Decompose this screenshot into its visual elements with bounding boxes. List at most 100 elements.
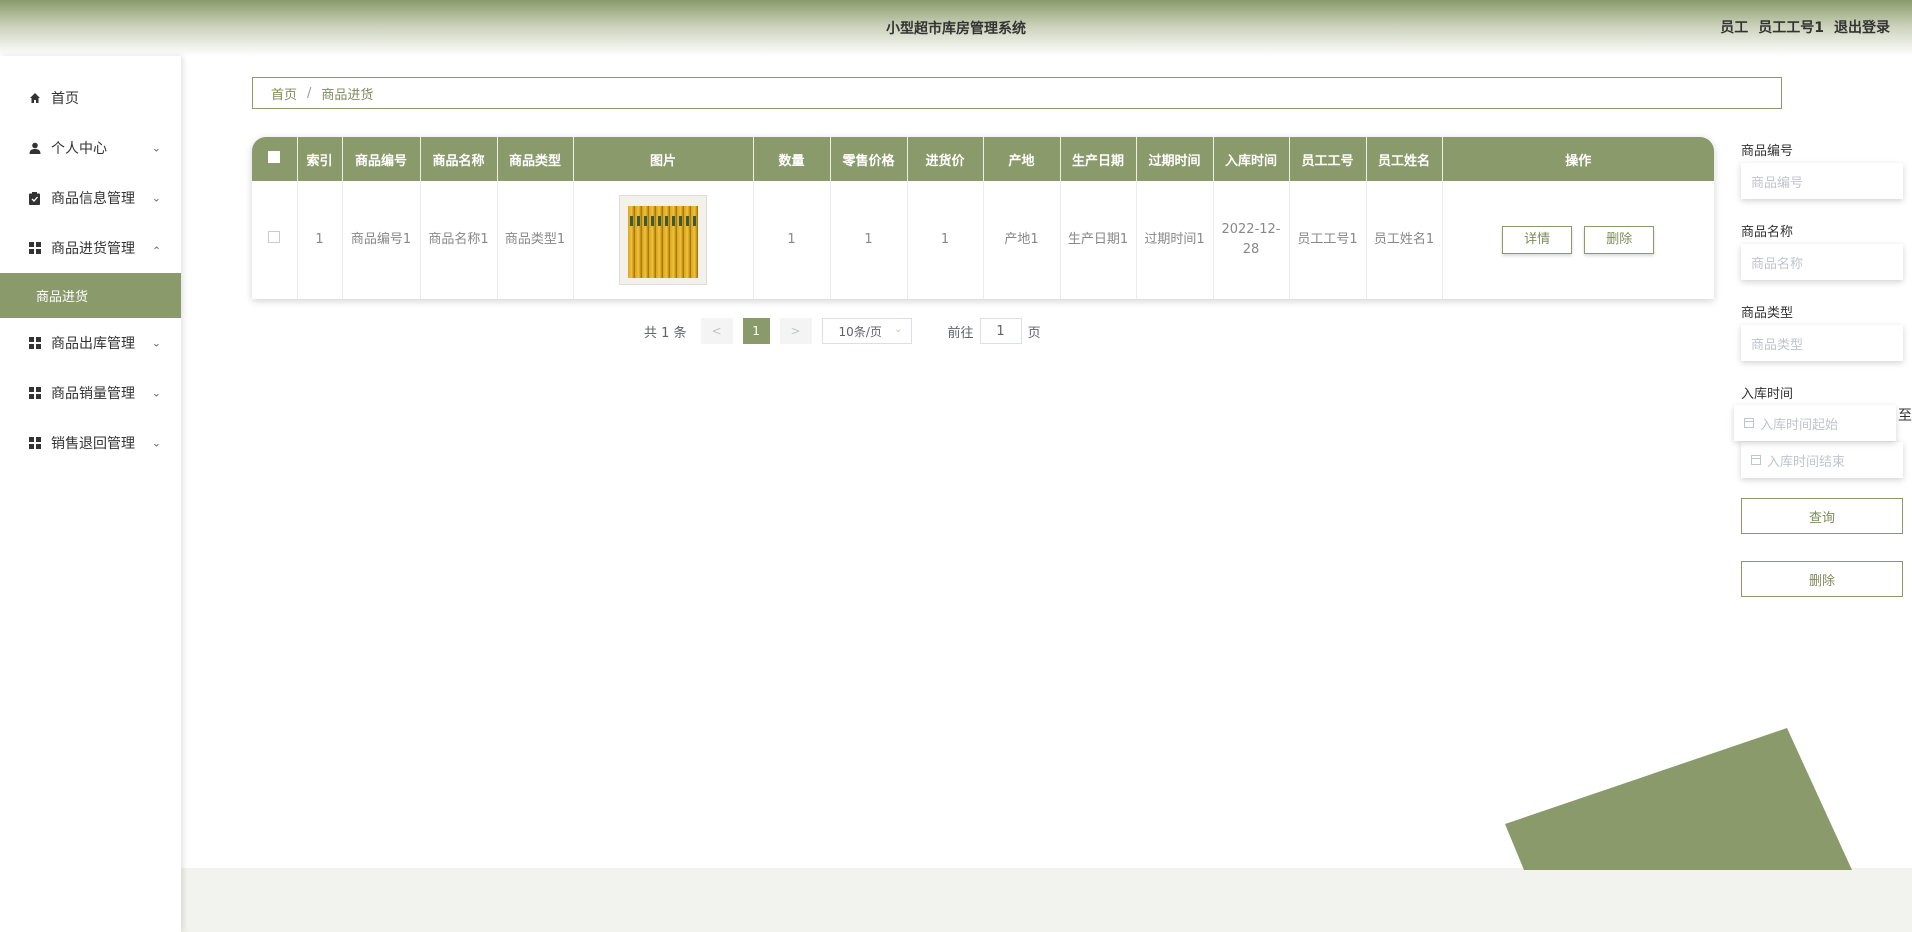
breadcrumb-current: 商品进货 <box>321 87 374 103</box>
column-header: 过期时间 <box>1136 137 1214 181</box>
chevron-down-icon: ⌄ <box>894 324 903 335</box>
prev-page-button[interactable]: < <box>700 318 733 344</box>
sidebar-item-label: 销售退回管理 <box>51 436 135 452</box>
sidebar-item-label: 个人中心 <box>51 141 107 157</box>
home-icon <box>28 92 41 105</box>
code-label: 商品编号 <box>1741 144 1794 159</box>
sidebar-item-returns[interactable]: 销售退回管理 ⌄ <box>0 418 181 468</box>
row-checkbox-cell <box>252 181 298 299</box>
type-label: 商品类型 <box>1741 306 1794 321</box>
sidebar-item-label: 商品信息管理 <box>51 191 135 207</box>
goto-page-input[interactable]: 1 <box>979 318 1022 344</box>
chevron-down-icon: ⌄ <box>151 336 161 350</box>
column-header: 数量 <box>753 137 831 181</box>
chevron-down-icon: ⌄ <box>151 141 161 155</box>
page-size-select[interactable]: 10条/页 ⌄ <box>821 318 912 344</box>
delete-row-button[interactable]: 删除 <box>1584 226 1655 254</box>
cell-index: 1 <box>297 181 343 299</box>
header-checkbox-cell <box>252 137 298 181</box>
column-header: 入库时间 <box>1213 137 1290 181</box>
grid-icon <box>28 437 41 450</box>
pagination: 共 1 条 < 1 > 10条/页 ⌄ 前往 1 页 <box>644 318 1041 344</box>
row-checkbox[interactable] <box>268 231 281 243</box>
cell-cost: 1 <box>907 181 984 299</box>
cell-type: 商品类型1 <box>497 181 574 299</box>
grid-icon <box>28 242 41 255</box>
pagination-total: 共 1 条 <box>644 325 687 341</box>
user-name: 员工工号1 <box>1758 20 1824 36</box>
name-input[interactable]: 商品名称 <box>1741 244 1903 280</box>
column-header: 零售价格 <box>830 137 908 181</box>
sidebar-subitem-purchase[interactable]: 商品进货 <box>0 273 181 318</box>
column-header: 生产日期 <box>1060 137 1137 181</box>
select-all-checkbox[interactable] <box>268 151 281 163</box>
time-start-placeholder: 入库时间起始 <box>1760 417 1839 433</box>
chevron-down-icon: ⌄ <box>151 386 161 400</box>
app-title: 小型超市库房管理系统 <box>886 21 1026 37</box>
grid-icon <box>28 387 41 400</box>
breadcrumb-home[interactable]: 首页 <box>271 84 297 103</box>
user-role: 员工 <box>1720 20 1749 36</box>
decorative-shape <box>1505 728 1852 870</box>
logout-link[interactable]: 退出登录 <box>1834 17 1890 37</box>
column-header: 商品类型 <box>497 137 574 181</box>
column-header: 商品名称 <box>420 137 498 181</box>
delete-button[interactable]: 删除 <box>1741 561 1903 597</box>
sidebar-item-home[interactable]: 首页 <box>0 73 181 123</box>
cell-code: 商品编号1 <box>342 181 421 299</box>
time-start-input[interactable]: 入库时间起始 <box>1734 405 1896 441</box>
cell-expire: 过期时间1 <box>1136 181 1214 299</box>
user-info: 员工 员工工号1 退出登录 <box>1720 17 1890 37</box>
next-page-button[interactable]: > <box>779 318 812 344</box>
cell-name: 商品名称1 <box>420 181 498 299</box>
query-button[interactable]: 查询 <box>1741 498 1903 534</box>
sidebar-item-label: 商品销量管理 <box>51 386 135 402</box>
data-table: 索引 商品编号 商品名称 商品类型 图片 数量 零售价格 进货价 产地 生产日期… <box>252 137 1714 299</box>
page-number[interactable]: 1 <box>742 318 770 344</box>
sidebar-item-label: 商品进货管理 <box>51 241 135 257</box>
calendar-icon <box>1751 455 1761 465</box>
time-end-input[interactable]: 入库时间结束 <box>1741 442 1903 478</box>
name-label: 商品名称 <box>1741 225 1794 240</box>
calendar-icon <box>1744 418 1754 428</box>
column-header: 图片 <box>573 137 754 181</box>
sidebar-item-purchase[interactable]: 商品进货管理 ⌄ <box>0 223 181 273</box>
sidebar-item-label: 首页 <box>51 91 79 107</box>
table-row: 1 商品编号1 商品名称1 商品类型1 1 1 1 产地1 生产日期1 过期时间… <box>252 181 1714 299</box>
sidebar-item-profile[interactable]: 个人中心 ⌄ <box>0 123 181 173</box>
cell-produced: 生产日期1 <box>1060 181 1137 299</box>
type-input[interactable]: 商品类型 <box>1741 325 1903 361</box>
sidebar: 首页 个人中心 ⌄ 商品信息管理 ⌄ 商品进货管理 ⌄ 商品进货 商品出库管理 … <box>0 56 181 932</box>
cell-stocked: 2022-12-28 <box>1213 181 1290 299</box>
cell-qty: 1 <box>753 181 831 299</box>
column-header: 操作 <box>1442 137 1714 181</box>
time-label: 入库时间 <box>1741 387 1794 402</box>
column-header: 进货价 <box>907 137 984 181</box>
sidebar-item-outbound[interactable]: 商品出库管理 ⌄ <box>0 318 181 368</box>
top-bar: 小型超市库房管理系统 员工 员工工号1 退出登录 <box>0 0 1912 56</box>
grid-icon <box>28 337 41 350</box>
sidebar-item-sales[interactable]: 商品销量管理 ⌄ <box>0 368 181 418</box>
cell-image <box>573 181 754 299</box>
time-end-placeholder: 入库时间结束 <box>1767 454 1846 470</box>
search-panel: 商品编号 商品编号 商品名称 商品名称 商品类型 商品类型 入库时间 入库时间起… <box>1734 140 1912 597</box>
chevron-down-icon: ⌄ <box>151 191 161 205</box>
goto-label: 前往 <box>947 325 974 341</box>
sidebar-item-goods-info[interactable]: 商品信息管理 ⌄ <box>0 173 181 223</box>
column-header: 索引 <box>297 137 343 181</box>
column-header: 员工姓名 <box>1366 137 1443 181</box>
cell-emp-name: 员工姓名1 <box>1366 181 1443 299</box>
cell-origin: 产地1 <box>983 181 1061 299</box>
sidebar-item-label: 商品出库管理 <box>51 336 135 352</box>
cell-actions: 详情 删除 <box>1442 181 1714 299</box>
breadcrumb: 首页 / 商品进货 <box>252 77 1782 109</box>
page-unit-label: 页 <box>1027 325 1041 341</box>
range-separator: 至 <box>1898 408 1912 424</box>
detail-button[interactable]: 详情 <box>1502 226 1573 254</box>
product-image[interactable] <box>619 195 707 285</box>
cell-retail: 1 <box>830 181 908 299</box>
chevron-down-icon: ⌄ <box>151 436 161 450</box>
clipboard-icon <box>28 191 41 205</box>
table-header-row: 索引 商品编号 商品名称 商品类型 图片 数量 零售价格 进货价 产地 生产日期… <box>252 137 1714 181</box>
code-input[interactable]: 商品编号 <box>1741 163 1903 199</box>
